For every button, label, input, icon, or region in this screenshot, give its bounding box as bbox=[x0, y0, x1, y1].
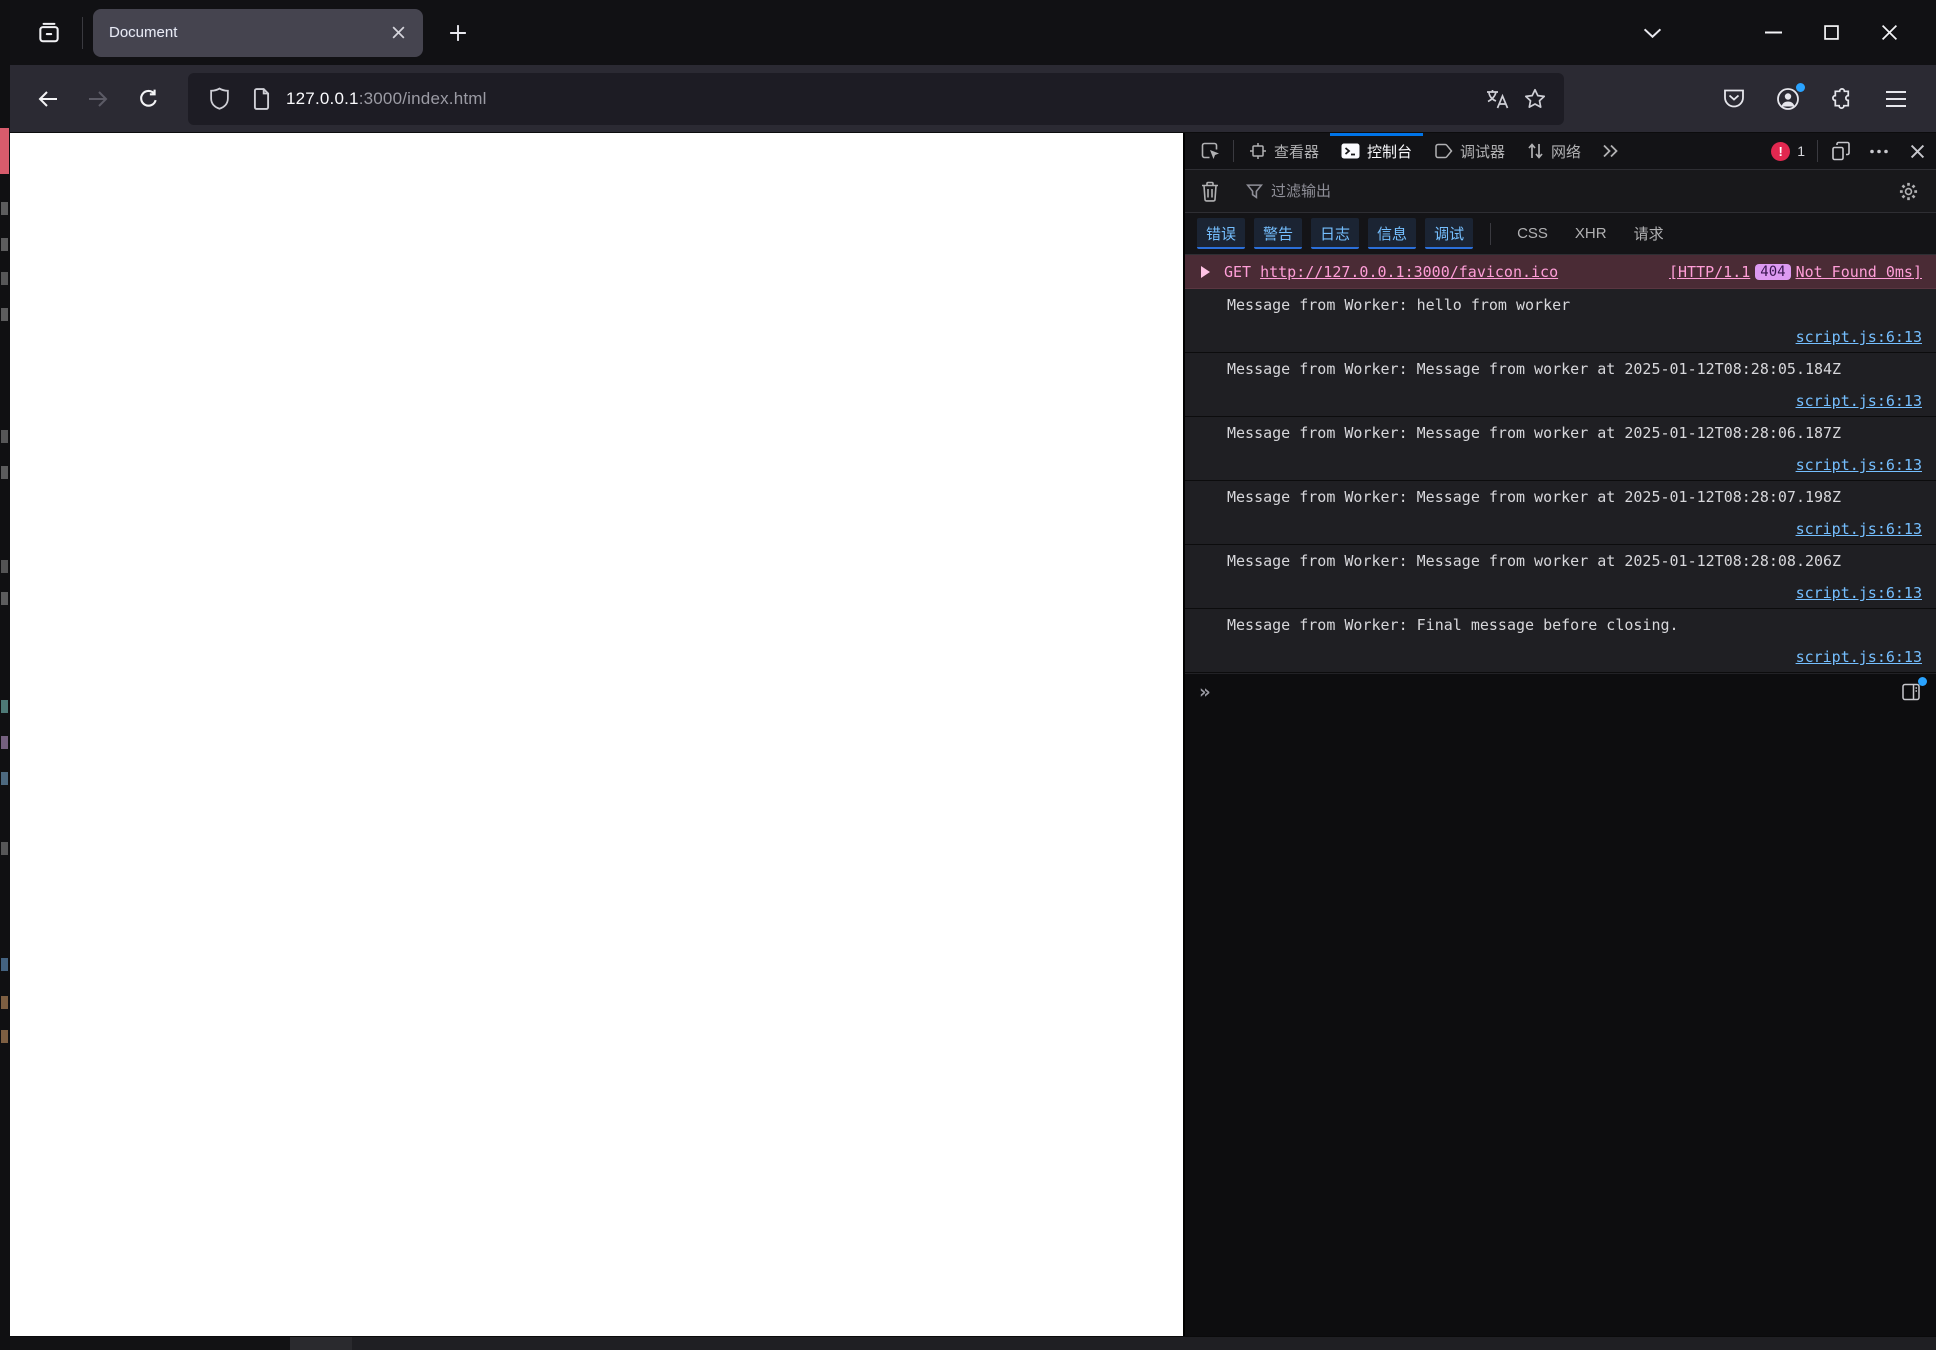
tab-inspector[interactable]: 查看器 bbox=[1238, 133, 1330, 169]
filter-logs-button[interactable]: 日志 bbox=[1311, 218, 1360, 249]
translate-icon[interactable] bbox=[1478, 82, 1516, 116]
network-error-row[interactable]: GET http://127.0.0.1:3000/favicon.ico [H… bbox=[1185, 255, 1936, 289]
maximize-button[interactable] bbox=[1802, 11, 1860, 55]
filter-debug-button[interactable]: 调试 bbox=[1425, 218, 1474, 249]
responsive-design-icon[interactable] bbox=[1822, 133, 1860, 169]
message-text: Message from Worker: Final message befor… bbox=[1227, 616, 1679, 634]
console-icon bbox=[1341, 143, 1360, 159]
request-protocol: [HTTP/1.1 bbox=[1668, 262, 1751, 281]
expand-caret-icon[interactable] bbox=[1201, 265, 1210, 278]
account-icon[interactable] bbox=[1768, 79, 1808, 119]
message-source-link[interactable]: script.js:6:13 bbox=[1796, 392, 1922, 410]
console-filter-row bbox=[1185, 170, 1936, 213]
console-input-row[interactable]: » bbox=[1185, 673, 1936, 710]
console-filter-buttons: 错误 警告 日志 信息 调试 CSS XHR 请求 bbox=[1185, 213, 1936, 255]
filter-output-input[interactable] bbox=[1271, 182, 1888, 200]
url-text[interactable]: 127.0.0.1:3000/index.html bbox=[286, 89, 1478, 109]
tab-network[interactable]: 网络 bbox=[1516, 133, 1592, 169]
devtools-menu-icon[interactable] bbox=[1860, 133, 1898, 169]
pocket-icon[interactable] bbox=[1714, 79, 1754, 119]
console-message-row[interactable]: Message from Worker: Message from worker… bbox=[1185, 545, 1936, 609]
filter-css-button[interactable]: CSS bbox=[1508, 220, 1557, 247]
filter-requests-button[interactable]: 请求 bbox=[1625, 218, 1673, 249]
console-prompt: » bbox=[1199, 681, 1211, 703]
filter-warnings-button[interactable]: 警告 bbox=[1254, 218, 1303, 249]
filter-errors-button[interactable]: 错误 bbox=[1197, 218, 1246, 249]
network-icon bbox=[1528, 143, 1543, 159]
console-message-row[interactable]: Message from Worker: hello from worker s… bbox=[1185, 289, 1936, 353]
devtools-panel: 查看器 控制台 调试器 网络 ! 1 过滤输出 错误 警告 日志 信息 调试 C… bbox=[1183, 133, 1936, 1336]
page-info-icon[interactable] bbox=[244, 82, 278, 116]
debugger-icon bbox=[1435, 143, 1453, 159]
shield-permissions-icon[interactable] bbox=[202, 82, 236, 116]
request-method: GET bbox=[1224, 262, 1252, 281]
message-source-link[interactable]: script.js:6:13 bbox=[1796, 328, 1922, 346]
extensions-icon[interactable] bbox=[1822, 79, 1862, 119]
tab-debugger[interactable]: 调试器 bbox=[1423, 133, 1516, 169]
console-output: GET http://127.0.0.1:3000/favicon.ico [H… bbox=[1185, 255, 1936, 1336]
browser-window: Document 127.0.0.1:3000/index.html 查看器 控… bbox=[10, 0, 1936, 1350]
inspector-icon bbox=[1250, 143, 1266, 159]
reload-button[interactable] bbox=[126, 77, 170, 121]
browser-tab[interactable]: Document bbox=[93, 8, 423, 57]
console-empty-area[interactable] bbox=[1185, 710, 1936, 1336]
status-badge: 404 bbox=[1755, 263, 1791, 280]
request-url-link[interactable]: http://127.0.0.1:3000/favicon.ico bbox=[1260, 263, 1558, 281]
account-notification-dot bbox=[1796, 82, 1805, 92]
close-devtools-icon[interactable] bbox=[1898, 133, 1936, 169]
tab-close-icon[interactable] bbox=[383, 18, 413, 48]
forward-button[interactable] bbox=[76, 77, 120, 121]
message-text: Message from Worker: hello from worker bbox=[1227, 296, 1571, 314]
message-text: Message from Worker: Message from worker… bbox=[1227, 488, 1842, 506]
node-picker-icon[interactable] bbox=[1193, 133, 1229, 169]
tab-separator bbox=[82, 16, 83, 49]
list-all-tabs-button[interactable] bbox=[1630, 13, 1674, 53]
new-tab-button[interactable] bbox=[437, 12, 479, 54]
error-icon: ! bbox=[1771, 141, 1791, 161]
background-window-sliver bbox=[0, 0, 10, 1350]
message-source-link[interactable]: script.js:6:13 bbox=[1796, 456, 1922, 474]
close-window-button[interactable] bbox=[1860, 11, 1918, 55]
filter-funnel-icon bbox=[1246, 183, 1263, 199]
firefox-view-icon[interactable] bbox=[24, 11, 74, 55]
page-content[interactable] bbox=[10, 133, 1183, 1336]
split-console-notification-dot bbox=[1918, 677, 1927, 686]
back-button[interactable] bbox=[26, 77, 70, 121]
background-window-red-edge bbox=[0, 128, 9, 174]
bottom-edge-strip bbox=[10, 1336, 1936, 1350]
split-console-icon[interactable] bbox=[1896, 677, 1927, 705]
devtools-toolbar: 查看器 控制台 调试器 网络 ! 1 bbox=[1185, 133, 1936, 170]
filter-info-button[interactable]: 信息 bbox=[1368, 218, 1417, 249]
console-message-row[interactable]: Message from Worker: Message from worker… bbox=[1185, 481, 1936, 545]
bookmark-star-icon[interactable] bbox=[1516, 82, 1554, 116]
message-source-link[interactable]: script.js:6:13 bbox=[1796, 520, 1922, 538]
message-source-link[interactable]: script.js:6:13 bbox=[1796, 648, 1922, 666]
message-text: Message from Worker: Message from worker… bbox=[1227, 360, 1842, 378]
screen: Document 127.0.0.1:3000/index.html 查看器 控… bbox=[0, 0, 1936, 1350]
request-status-text: Not Found 0ms] bbox=[1795, 262, 1922, 281]
clear-console-icon[interactable] bbox=[1193, 181, 1227, 202]
tab-title: Document bbox=[109, 24, 178, 41]
console-message-row[interactable]: Message from Worker: Final message befor… bbox=[1185, 609, 1936, 673]
tab-bar: Document bbox=[10, 0, 1936, 65]
url-host: 127.0.0.1 bbox=[286, 88, 359, 108]
url-bar[interactable]: 127.0.0.1:3000/index.html bbox=[188, 72, 1564, 125]
minimize-button[interactable] bbox=[1744, 11, 1802, 55]
navigation-bar: 127.0.0.1:3000/index.html bbox=[10, 65, 1936, 133]
tab-console[interactable]: 控制台 bbox=[1330, 133, 1424, 169]
message-text: Message from Worker: Message from worker… bbox=[1227, 552, 1842, 570]
more-tabs-icon[interactable] bbox=[1592, 133, 1628, 169]
url-path: :3000/index.html bbox=[358, 88, 487, 108]
message-source-link[interactable]: script.js:6:13 bbox=[1796, 584, 1922, 602]
console-message-row[interactable]: Message from Worker: Message from worker… bbox=[1185, 417, 1936, 481]
console-message-row[interactable]: Message from Worker: Message from worker… bbox=[1185, 353, 1936, 417]
menu-hamburger-icon[interactable] bbox=[1876, 79, 1916, 119]
error-count-badge[interactable]: ! 1 bbox=[1763, 133, 1813, 169]
filter-xhr-button[interactable]: XHR bbox=[1566, 220, 1616, 247]
message-text: Message from Worker: Message from worker… bbox=[1227, 424, 1842, 442]
console-settings-gear-icon[interactable] bbox=[1888, 181, 1928, 202]
